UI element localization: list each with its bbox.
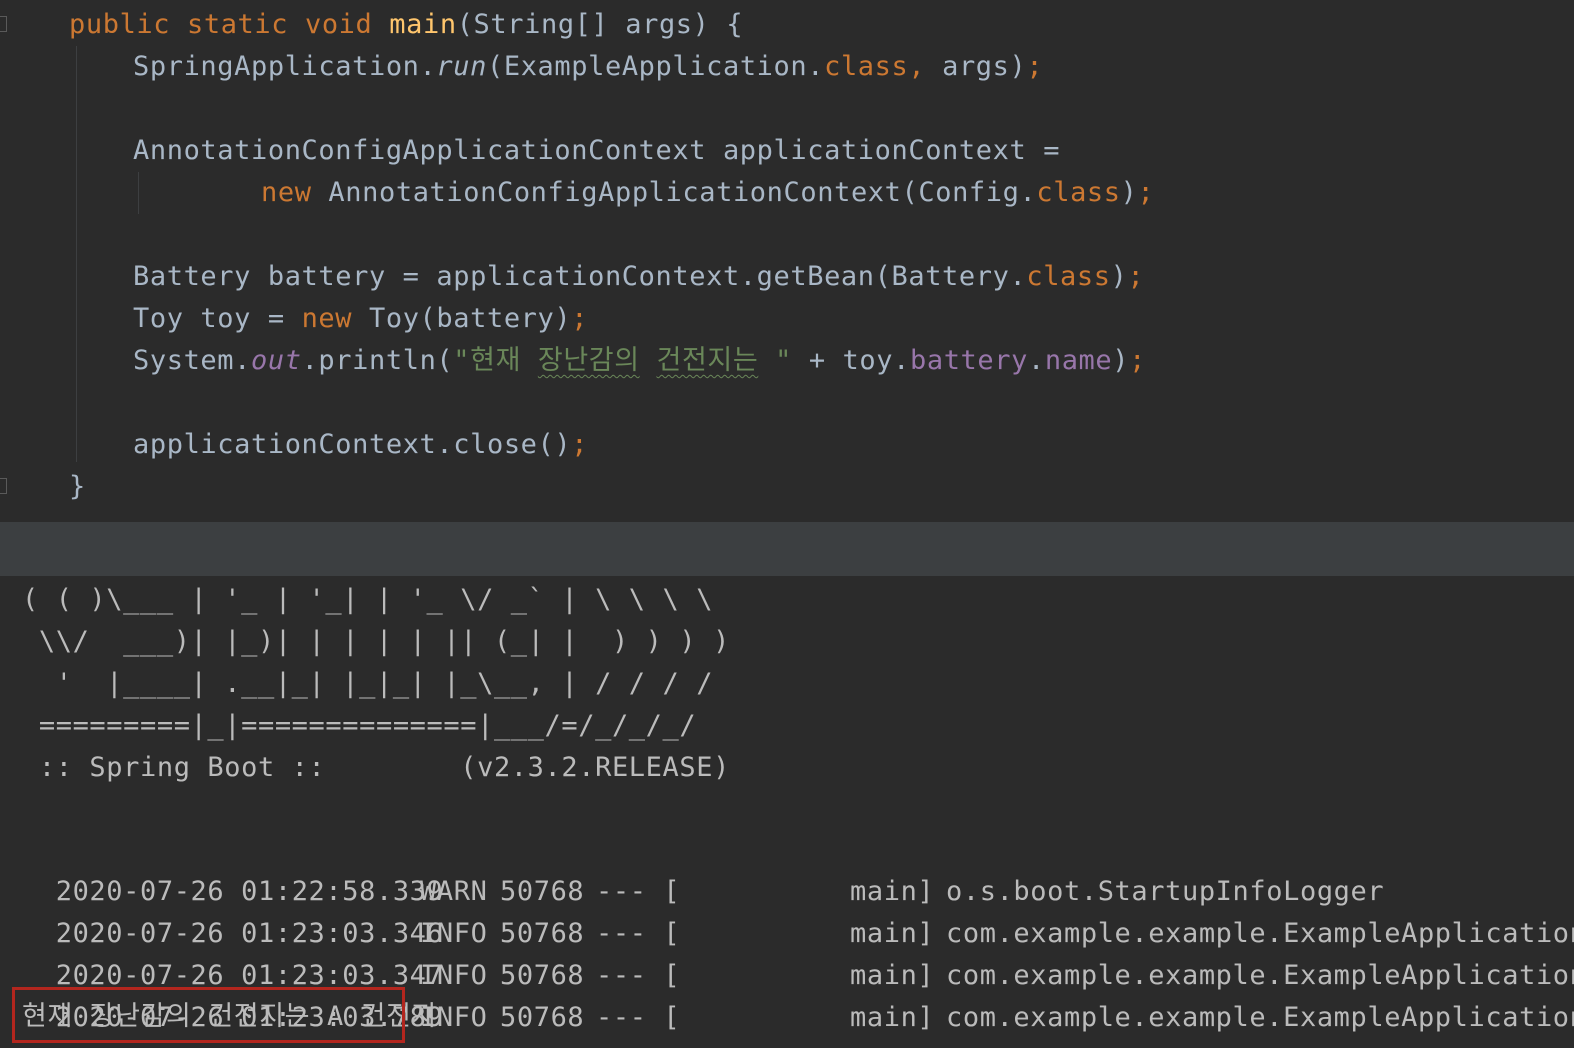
indent-guide [138, 172, 139, 214]
log-logger: com.example.example.ExampleApplication [946, 1002, 1574, 1033]
code-text: .println( [301, 345, 454, 376]
log-sep: --- [ [596, 918, 681, 949]
method-name: run [436, 51, 487, 82]
code-text: } [69, 471, 86, 502]
banner-line: :: Spring Boot :: (v2.3.2.RELEASE) [22, 752, 730, 783]
log-pid: 50768 [500, 1002, 585, 1033]
string-literal: 건전지는 [656, 345, 759, 376]
string-literal: "현재 [453, 345, 538, 376]
code-text: + toy. [791, 345, 910, 376]
log-sep: --- [ [596, 1002, 681, 1033]
keyword: class [1026, 261, 1111, 292]
code-text: AnnotationConfigApplicationContext(Confi… [328, 177, 1037, 208]
code-text: applicationContext.close() [133, 429, 572, 460]
code-text: , [908, 51, 926, 82]
banner-line: \\/ ___)| |_)| | | | | || (_| | ) ) ) ) [22, 626, 730, 657]
log-line: 2020-07-26 01:22:58.339 WARN 50768 --- [mai… [22, 829, 1384, 907]
code-text: args) [925, 51, 1027, 82]
code-text: Battery battery = applicationContext.get… [133, 261, 1027, 292]
field-ref: battery [909, 345, 1028, 376]
field-ref: name [1044, 345, 1113, 376]
log-logger: o.s.boot.StartupInfoLogger [946, 876, 1385, 907]
code-line-battery: Battery battery = applicationContext.get… [133, 256, 1144, 298]
semicolon: ; [1127, 261, 1145, 292]
log-logger: com.example.example.ExampleApplication [946, 960, 1574, 991]
log-thread: main] [850, 1002, 935, 1033]
log-sep: --- [ [596, 876, 681, 907]
keyword: class [824, 51, 909, 82]
semicolon: ; [1137, 177, 1155, 208]
code-text: ) [1112, 345, 1130, 376]
fold-marker-icon[interactable] [0, 478, 7, 494]
log-pid: 50768 [500, 918, 585, 949]
code-text: Toy toy = [133, 303, 302, 334]
code-text: System. [133, 345, 251, 376]
log-thread: main] [850, 960, 935, 991]
code-line-toy: Toy toy = new Toy(battery); [133, 298, 588, 340]
fold-marker-icon[interactable] [0, 16, 7, 32]
code-line-close: applicationContext.close(); [133, 424, 588, 466]
keyword: public static void [69, 9, 390, 40]
semicolon: ; [571, 429, 589, 460]
method-name: main [389, 9, 457, 40]
code-text: SpringApplication. [133, 51, 437, 82]
keyword: new [301, 303, 369, 334]
static-field: out [251, 345, 302, 376]
string-literal: " [758, 345, 792, 376]
code-text: AnnotationConfigApplicationContext appli… [133, 135, 1061, 166]
log-line: 2020-07-26 01:23:03.346 INFO 50768 --- [mai… [22, 871, 1574, 949]
code-text: (ExampleApplication. [486, 51, 825, 82]
log-thread: main] [850, 918, 935, 949]
log-pid: 50768 [500, 960, 585, 991]
string-literal [640, 345, 657, 376]
string-literal: 장난감의 [537, 345, 640, 376]
log-logger: com.example.example.ExampleApplication [946, 918, 1574, 949]
semicolon: ; [1129, 345, 1146, 376]
panel-separator[interactable] [0, 522, 1574, 576]
keyword: new [261, 177, 329, 208]
code-line-context-decl: AnnotationConfigApplicationContext appli… [133, 130, 1060, 172]
semicolon: ; [571, 303, 589, 334]
code-line-println: System.out.println("현재 장난감의 건전지는 " + toy… [133, 340, 1146, 382]
log-line: 2020-07-26 01:23:03.347 INFO 50768 --- [mai… [22, 913, 1574, 991]
code-line-spring-run: SpringApplication.run(ExampleApplication… [133, 46, 1043, 88]
log-thread: main] [850, 876, 935, 907]
code-editor[interactable]: public static void main(String[] args) {… [0, 0, 1574, 522]
log-sep: --- [ [596, 960, 681, 991]
code-text: (String[] args) { [456, 9, 744, 40]
code-line-main-signature: public static void main(String[] args) { [69, 4, 743, 46]
semicolon: ; [1026, 51, 1044, 82]
highlight-box [12, 987, 405, 1043]
code-line-closing-brace: } [69, 466, 86, 508]
code-text: Toy(battery) [368, 303, 572, 334]
code-text: ) [1110, 261, 1128, 292]
log-pid: 50768 [500, 876, 585, 907]
code-line-context-new: new AnnotationConfigApplicationContext(C… [261, 172, 1154, 214]
banner-line: ( ( )\___ | '_ | '_| | '_ \/ _` | \ \ \ … [22, 584, 714, 615]
keyword: class [1036, 177, 1121, 208]
code-text: ) [1120, 177, 1138, 208]
indent-guide [76, 46, 77, 462]
banner-line: =========|_|==============|___/=/_/_/_/ [22, 710, 697, 741]
banner-line: ' |____| .__|_| |_|_| |_\__, | / / / / [22, 668, 714, 699]
code-text: . [1027, 345, 1045, 376]
